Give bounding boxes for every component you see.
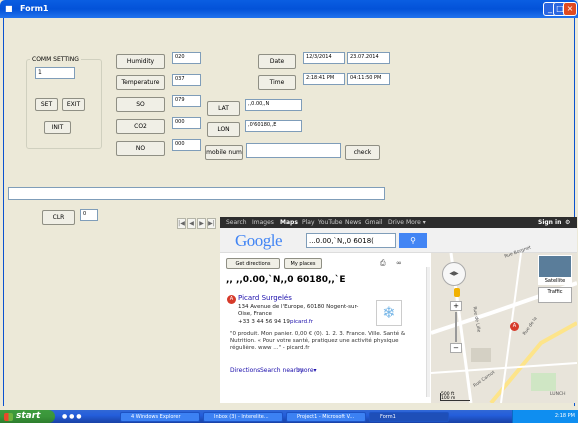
so-value[interactable]: 079	[172, 95, 201, 107]
title-bar[interactable]	[0, 0, 578, 18]
close-button[interactable]: ×	[563, 2, 577, 16]
window-title: Form1	[20, 4, 49, 13]
nav-search[interactable]: Search	[226, 219, 247, 226]
pegman-icon[interactable]	[454, 288, 460, 297]
traffic-label: Traffic	[547, 289, 563, 295]
humidity-button[interactable]: Humidity	[116, 54, 165, 69]
clr-button[interactable]: CLR	[42, 210, 75, 225]
lat-value[interactable]: ,,0.00,,N	[245, 99, 302, 111]
place-review: "0 produit. Mon panier. 0,00 € (0). 1. 2…	[230, 331, 406, 351]
map-pin-a-icon: A	[227, 295, 236, 304]
link-icon[interactable]: ∞	[396, 259, 402, 267]
sign-in-link[interactable]: Sign in	[538, 219, 561, 226]
nav-news[interactable]: News	[345, 219, 361, 226]
zoom-out-button[interactable]: −	[450, 343, 462, 353]
co2-button[interactable]: CO2	[116, 119, 165, 134]
zoom-slider[interactable]	[455, 312, 457, 342]
clock[interactable]: 2:18 PM	[555, 413, 575, 419]
place-thumbnail[interactable]: ❄	[376, 300, 402, 326]
windows-logo-icon	[4, 413, 13, 421]
nav-drive[interactable]: Drive	[388, 219, 404, 226]
map-search-input[interactable]: ...0.00,`N,,0 6018(	[306, 233, 396, 248]
traffic-button[interactable]: Traffic	[538, 287, 572, 303]
task-project1[interactable]: Project1 - Microsoft V...	[286, 412, 366, 422]
get-directions-button[interactable]: Get directions	[226, 258, 280, 269]
search-nearby-link[interactable]: Search nearby	[260, 367, 304, 374]
time-button[interactable]: Time	[258, 75, 296, 90]
more-link[interactable]: more▾	[298, 367, 317, 374]
no-button[interactable]: NO	[116, 141, 165, 156]
system-tray: 2:18 PM	[512, 410, 578, 423]
exit-button[interactable]: EXIT	[62, 98, 85, 111]
temperature-value[interactable]: 037	[172, 74, 201, 86]
lon-value[interactable]: ,0'60180,,E	[245, 120, 302, 132]
temperature-button[interactable]: Temperature	[116, 75, 165, 90]
date-button[interactable]: Date	[258, 54, 296, 69]
lon-button[interactable]: LON	[207, 122, 240, 137]
nav-more[interactable]: More ▾	[406, 219, 426, 226]
nav-images[interactable]: Images	[252, 219, 274, 226]
map-scale: 500 ft 100 m	[440, 392, 470, 401]
app-icon: ■	[5, 4, 13, 13]
mobile-num-button[interactable]: mobile num	[205, 145, 243, 160]
co2-value[interactable]: 000	[172, 117, 201, 129]
set-button[interactable]: SET	[35, 98, 58, 111]
time-value-1[interactable]: 2:18:41 PM	[303, 73, 345, 85]
next-icon[interactable]: ▶	[197, 218, 206, 229]
quick-launch-icons[interactable]: ● ● ●	[62, 413, 102, 421]
nav-gmail[interactable]: Gmail	[365, 219, 383, 226]
clr-value[interactable]: 0	[80, 209, 98, 221]
result-heading: ,, ,,0.00,`N,,0 60180,,`E	[226, 275, 346, 285]
mobile-num-input[interactable]	[246, 143, 341, 158]
place-address: 134 Avenue de l'Europe, 60180 Nogent-sur…	[238, 304, 359, 317]
previous-icon[interactable]: ◀	[187, 218, 196, 229]
nav-play[interactable]: Play	[302, 219, 315, 226]
task-form1[interactable]: Form1	[369, 412, 449, 422]
place-label: LUNCH	[550, 392, 566, 397]
scale-m: 100 m	[441, 396, 456, 401]
web-browser-control[interactable]: Search Images Maps Play YouTube News Gma…	[220, 217, 577, 403]
gear-icon[interactable]: ⚙	[565, 219, 570, 226]
directions-link[interactable]: Directions	[230, 367, 260, 374]
check-button[interactable]: check	[345, 145, 380, 160]
map-marker-a-icon[interactable]: A	[510, 322, 519, 331]
print-icon[interactable]: ⎙	[380, 259, 386, 268]
task-windows-explorer[interactable]: 4 Windows Explorer	[120, 412, 200, 422]
pan-control-icon[interactable]: ◀▶	[442, 262, 466, 286]
last-icon[interactable]: ▶|	[207, 218, 216, 229]
google-logo: Google	[235, 231, 283, 250]
humidity-value[interactable]: 020	[172, 52, 201, 64]
start-label: start	[16, 411, 41, 421]
search-icon[interactable]: ⚲	[399, 233, 427, 248]
init-button[interactable]: INIT	[44, 121, 71, 134]
nav-youtube[interactable]: YouTube	[318, 219, 342, 226]
task-inbox[interactable]: Inbox (3) - Interelite...	[203, 412, 283, 422]
my-places-button[interactable]: My places	[284, 258, 322, 269]
first-icon[interactable]: |◀	[177, 218, 186, 229]
port-input[interactable]: 1	[35, 67, 75, 79]
nav-maps[interactable]: Maps	[280, 219, 298, 226]
date-value-2[interactable]: 23.07.2014	[347, 52, 390, 64]
place-site-link[interactable]: picard.fr	[290, 319, 313, 325]
comm-setting-label: COMM SETTING	[30, 56, 81, 63]
time-value-2[interactable]: 04:11:50 PM	[347, 73, 390, 85]
date-value-1[interactable]: 12/3/2014	[303, 52, 345, 64]
place-name-link[interactable]: Picard Surgelés	[238, 294, 292, 302]
satellite-button[interactable]: Satellite	[538, 277, 572, 285]
lat-button[interactable]: LAT	[207, 101, 240, 116]
google-nav-bar: Search Images Maps Play YouTube News Gma…	[220, 217, 577, 228]
no-value[interactable]: 000	[172, 139, 201, 151]
output-textbox[interactable]	[8, 187, 385, 200]
place-phone: +33 3 44 56 94 19	[238, 319, 290, 325]
zoom-in-button[interactable]: +	[450, 301, 462, 311]
results-scrollbar[interactable]	[426, 267, 430, 397]
so-button[interactable]: SO	[116, 97, 165, 112]
